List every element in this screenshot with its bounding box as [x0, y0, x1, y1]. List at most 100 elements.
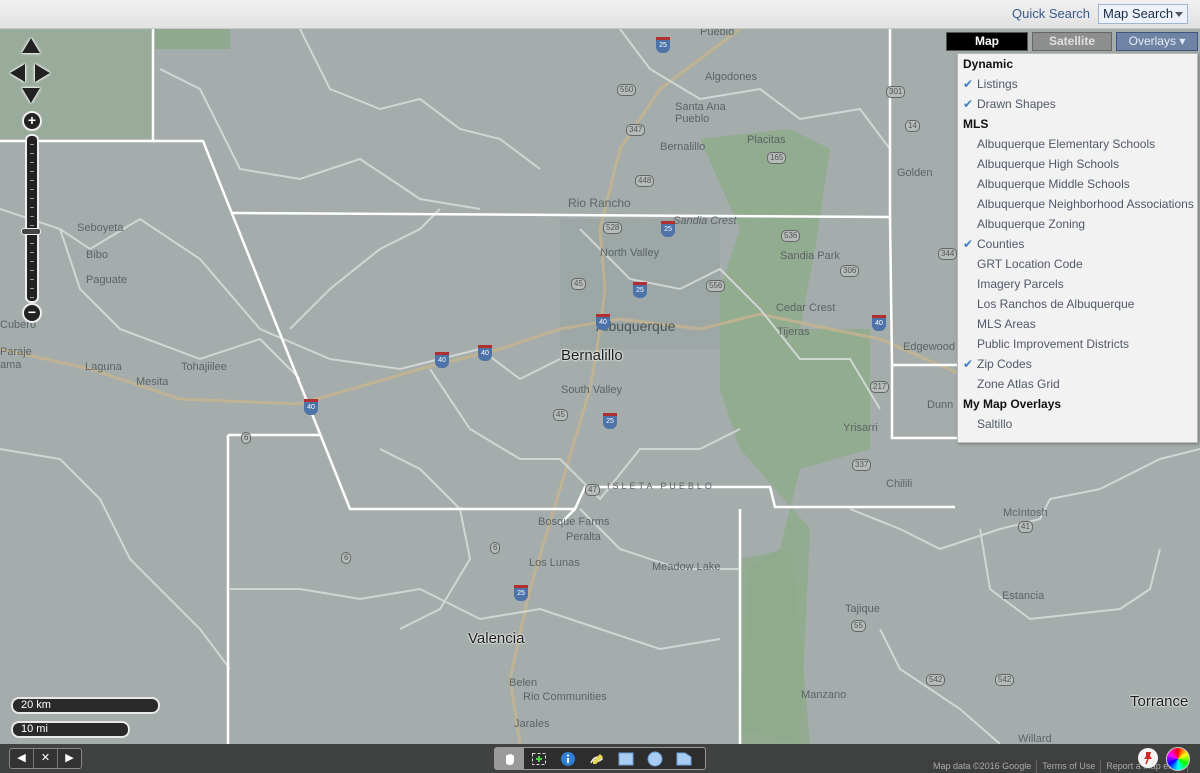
overlays-menu: Dynamic ✔ Listings ✔ Drawn Shapes MLS Albuquer…	[957, 53, 1198, 443]
overlay-menu-item[interactable]: Albuquerque Zoning	[958, 214, 1197, 234]
place-label: Bosque Farms	[538, 516, 610, 528]
map-type-map-button[interactable]: Map	[946, 32, 1028, 51]
place-label: Peralta	[566, 531, 601, 543]
route-shield: 347	[626, 124, 646, 136]
place-label: Tijeras	[777, 326, 810, 338]
draw-polygon-icon[interactable]	[669, 748, 698, 769]
pan-up-arrow-icon[interactable]	[22, 38, 40, 53]
place-label: Algodones	[705, 71, 757, 83]
overlay-item-label: Counties	[977, 237, 1025, 251]
overlay-item-label: Albuquerque High Schools	[977, 157, 1120, 171]
overlay-section-header: Dynamic	[963, 57, 1014, 71]
route-shield: 217	[870, 381, 890, 393]
overlay-menu-item[interactable]: ✔ Drawn Shapes	[958, 94, 1197, 114]
zoom-slider-track[interactable]	[25, 134, 39, 303]
info-icon[interactable]	[553, 748, 582, 769]
zoom-out-button[interactable]: −	[22, 303, 42, 323]
draw-freehand-icon[interactable]	[582, 748, 611, 769]
overlay-item-label: Zone Atlas Grid	[977, 377, 1060, 391]
pan-left-arrow-icon[interactable]	[10, 64, 25, 82]
route-shield: 45	[553, 409, 568, 421]
place-label: Bernalillo	[660, 141, 706, 153]
place-label: ama	[0, 359, 22, 371]
full-extent-icon[interactable]: ✕	[34, 749, 58, 768]
place-label: Paguate	[86, 274, 127, 286]
place-label: Estancia	[1002, 590, 1045, 602]
route-shield: 542	[995, 674, 1015, 686]
place-label: Chilili	[886, 478, 913, 490]
place-label: ISLETA PUEBLO	[607, 481, 715, 491]
route-shield: 448	[635, 175, 655, 187]
draw-circle-icon[interactable]	[640, 748, 669, 769]
map-tools	[494, 747, 706, 770]
overlay-menu-item[interactable]: ✔ Counties	[958, 234, 1197, 254]
overlay-item-label: Drawn Shapes	[977, 97, 1056, 111]
overlay-menu-item[interactable]: Albuquerque Elementary Schools	[958, 134, 1197, 154]
checkmark-icon: ✔	[963, 97, 974, 111]
route-shield: 14	[905, 120, 920, 132]
overlay-menu-item[interactable]: Albuquerque High Schools	[958, 154, 1197, 174]
route-shield: 344	[938, 248, 958, 260]
overlay-menu-item[interactable]: Imagery Parcels	[958, 274, 1197, 294]
terms-of-use-link[interactable]: Terms of Use	[1037, 760, 1102, 773]
overlay-item-label: Los Ranchos de Albuquerque	[977, 297, 1135, 311]
pushpin-icon[interactable]	[1138, 748, 1158, 768]
checkmark-icon: ✔	[963, 357, 974, 371]
overlay-item-label: Albuquerque Middle Schools	[977, 177, 1130, 191]
place-label: Tajique	[845, 603, 880, 615]
overlays-button[interactable]: Overlays ▾	[1116, 32, 1198, 51]
place-label: Los Lunas	[529, 557, 580, 569]
place-label: Meadow Lake	[652, 561, 721, 573]
draw-rectangle-icon[interactable]	[611, 748, 640, 769]
map-type-satellite-button[interactable]: Satellite	[1032, 32, 1112, 51]
quick-search-link[interactable]: Quick Search	[1012, 6, 1090, 21]
zoom-in-button[interactable]: +	[22, 111, 42, 131]
color-wheel-icon[interactable]	[1166, 747, 1190, 771]
map-search-dropdown[interactable]: Map Search	[1098, 4, 1189, 24]
overlay-menu-item[interactable]: ✔ Listings	[958, 74, 1197, 94]
place-label: Sandia Crest	[673, 215, 737, 227]
place-label: Pueblo	[700, 29, 735, 38]
pan-hand-icon[interactable]	[495, 748, 524, 769]
overlay-menu-item[interactable]: ✔ Zip Codes	[958, 354, 1197, 374]
county-label: Torrance	[1130, 693, 1189, 710]
overlay-section-header: MLS	[963, 117, 989, 131]
route-shield: 45	[571, 278, 586, 290]
overlay-menu-item[interactable]: MLS Areas	[958, 314, 1197, 334]
overlay-menu-item[interactable]: Albuquerque Middle Schools	[958, 174, 1197, 194]
pan-down-arrow-icon[interactable]	[22, 88, 40, 103]
interstate-shield: 25	[661, 221, 675, 237]
route-shield: 337	[852, 459, 872, 471]
back-arrow-icon[interactable]: ◀	[10, 749, 34, 768]
overlay-menu-item[interactable]: Albuquerque Neighborhood Associations	[958, 194, 1197, 214]
route-shield: 47	[585, 484, 600, 496]
overlay-menu-item[interactable]: Zone Atlas Grid	[958, 374, 1197, 394]
place-label: Mesita	[136, 376, 169, 388]
forward-arrow-icon[interactable]: ▶	[58, 749, 81, 768]
place-label: Yrisarri	[843, 422, 878, 434]
map-search-label: Map Search	[1103, 6, 1174, 21]
place-label: Edgewood	[903, 341, 955, 353]
place-label: Jarales	[514, 718, 550, 730]
pan-right-arrow-icon[interactable]	[35, 64, 50, 82]
overlay-menu-item[interactable]: Saltillo	[958, 414, 1197, 434]
overlay-menu-item[interactable]: GRT Location Code	[958, 254, 1197, 274]
interstate-shield: 40	[304, 399, 318, 415]
place-label: Golden	[897, 167, 933, 179]
place-label: South Valley	[561, 384, 622, 396]
place-label: Bibo	[86, 249, 109, 261]
checkmark-icon: ✔	[963, 237, 974, 251]
place-label: Tohajiilee	[181, 361, 227, 373]
overlay-item-label: Listings	[977, 77, 1018, 91]
overlay-menu-item[interactable]: Los Ranchos de Albuquerque	[958, 294, 1197, 314]
chevron-down-icon	[1175, 12, 1184, 18]
place-label: Placitas	[747, 134, 786, 146]
zoom-slider-handle[interactable]	[21, 228, 41, 235]
route-shield: 301	[886, 86, 906, 98]
overlay-item-label: Imagery Parcels	[977, 277, 1064, 291]
place-label: Laguna	[85, 361, 122, 373]
select-area-icon[interactable]	[524, 748, 553, 769]
overlay-menu-item[interactable]: Public Improvement Districts	[958, 334, 1197, 354]
top-bar: Quick Search Map Search	[0, 0, 1200, 29]
interstate-shield: 25	[603, 413, 617, 429]
